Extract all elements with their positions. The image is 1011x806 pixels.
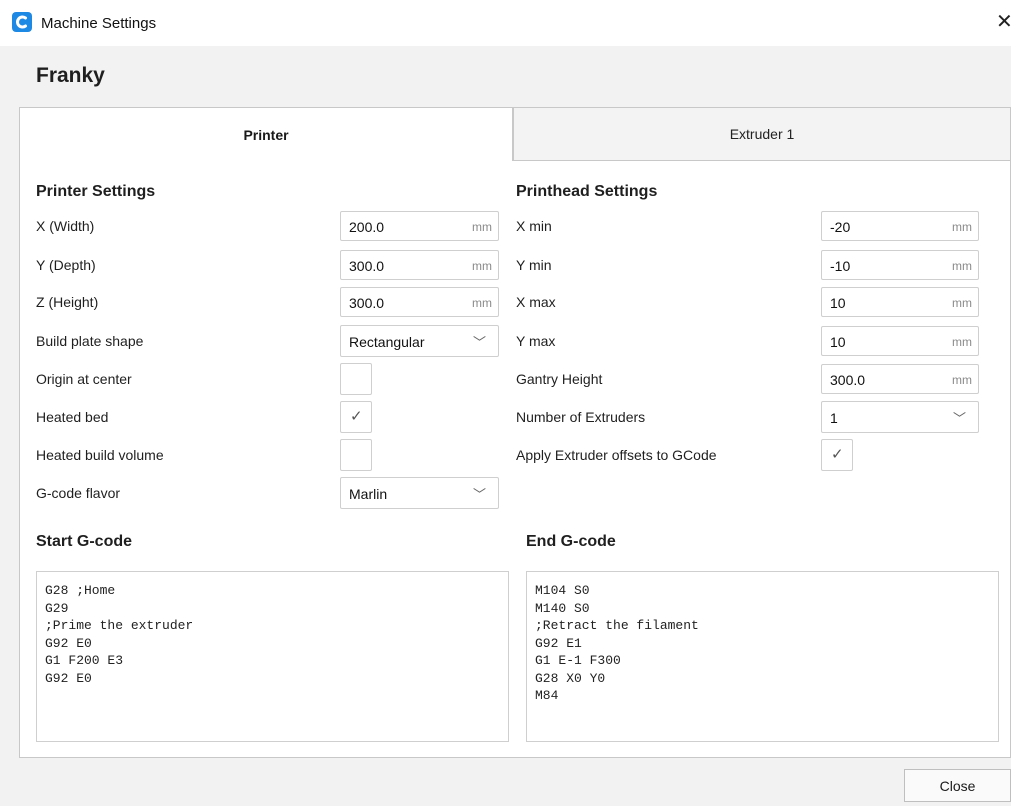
x-min-unit: mm xyxy=(952,220,972,234)
close-window-icon[interactable]: ✕ xyxy=(996,12,1011,32)
heated-bed-checkbox[interactable]: ✓ xyxy=(340,401,372,433)
y-min-input[interactable]: -10 mm xyxy=(821,250,979,280)
end-gcode-title: End G-code xyxy=(526,533,616,550)
gantry-height-input[interactable]: 300.0 mm xyxy=(821,364,979,394)
apply-extruder-offsets-label: Apply Extruder offsets to GCode xyxy=(516,447,717,463)
x-max-value: 10 xyxy=(830,295,846,311)
divider xyxy=(513,160,1011,161)
build-plate-shape-select[interactable]: Rectangular ﹀ xyxy=(340,325,499,357)
start-gcode-title: Start G-code xyxy=(36,533,133,550)
heated-build-volume-label: Heated build volume xyxy=(36,447,164,463)
gcode-line: G28 ;Home xyxy=(45,583,116,598)
gcode-flavor-select[interactable]: Marlin ﹀ xyxy=(340,477,499,509)
gcode-line: G1 E-1 F300 xyxy=(535,653,621,668)
y-min-label: Y min xyxy=(516,257,552,273)
title-bar: Machine Settings ✕ xyxy=(0,0,1011,46)
number-of-extruders-label: Number of Extruders xyxy=(516,409,646,425)
gcode-line: G92 E1 xyxy=(535,635,582,651)
tab-extruder-1[interactable]: Extruder 1 xyxy=(513,107,1011,161)
gcode-line: ;Retract the filament xyxy=(535,618,699,633)
end-gcode-editor[interactable]: M104 S0 M140 S0 ;Retract the filament G9… xyxy=(526,571,999,742)
heated-bed-label: Heated bed xyxy=(36,409,109,425)
z-height-value: 300.0 xyxy=(349,295,385,311)
x-max-unit: mm xyxy=(952,296,972,310)
cura-logo-icon xyxy=(12,12,32,32)
x-width-input[interactable]: 200.0 mm xyxy=(340,211,499,241)
apply-extruder-offsets-checkbox[interactable]: ✓ xyxy=(821,439,853,471)
x-max-input[interactable]: 10 mm xyxy=(821,287,979,317)
checkmark-icon: ✓ xyxy=(831,446,844,463)
tab-printer[interactable]: Printer xyxy=(19,107,513,161)
y-depth-label: Y (Depth) xyxy=(36,257,96,273)
gcode-line: G92 E0 xyxy=(45,670,92,686)
gcode-line: G92 E0 xyxy=(45,635,92,651)
close-button[interactable]: Close xyxy=(904,769,1011,802)
gcode-line: M104 S0 xyxy=(535,583,590,598)
x-max-label: X max xyxy=(516,294,556,310)
y-depth-value: 300.0 xyxy=(349,258,385,274)
x-min-label: X min xyxy=(516,218,552,234)
gcode-line: G1 F200 E3 xyxy=(45,653,124,668)
y-max-unit: mm xyxy=(952,335,972,349)
x-min-input[interactable]: -20 mm xyxy=(821,211,979,241)
gcode-line: ;Prime the extruder xyxy=(45,618,194,633)
number-of-extruders-select[interactable]: 1 ﹀ xyxy=(821,401,979,433)
gantry-height-label: Gantry Height xyxy=(516,371,603,387)
checkmark-icon: ✓ xyxy=(350,408,363,425)
window-title: Machine Settings xyxy=(41,15,157,32)
gantry-height-value: 300.0 xyxy=(830,372,866,388)
origin-at-center-label: Origin at center xyxy=(36,371,132,387)
y-min-unit: mm xyxy=(952,259,972,273)
gcode-line: G28 X0 Y0 xyxy=(535,670,606,686)
origin-at-center-checkbox[interactable] xyxy=(340,363,372,395)
y-depth-input[interactable]: 300.0 mm xyxy=(340,250,499,280)
start-gcode-editor[interactable]: G28 ;Home G29 ;Prime the extruder G92 E0… xyxy=(36,571,509,742)
x-min-value: -20 xyxy=(830,219,851,235)
build-plate-shape-label: Build plate shape xyxy=(36,333,144,349)
y-depth-unit: mm xyxy=(472,259,492,273)
heated-build-volume-checkbox[interactable] xyxy=(340,439,372,471)
z-height-input[interactable]: 300.0 mm xyxy=(340,287,499,317)
gcode-line: M84 xyxy=(535,688,559,703)
printer-settings-title: Printer Settings xyxy=(36,183,156,200)
x-width-label: X (Width) xyxy=(36,218,95,234)
x-width-unit: mm xyxy=(472,220,492,234)
chevron-down-icon: ﹀ xyxy=(472,335,486,350)
y-max-label: Y max xyxy=(516,333,556,349)
number-of-extruders-value: 1 xyxy=(830,410,838,426)
y-max-value: 10 xyxy=(830,334,846,350)
y-max-input[interactable]: 10 mm xyxy=(821,326,979,356)
z-height-label: Z (Height) xyxy=(36,294,99,310)
chevron-down-icon: ﹀ xyxy=(472,487,486,502)
y-min-value: -10 xyxy=(830,258,851,274)
z-height-unit: mm xyxy=(472,296,492,310)
printhead-settings-title: Printhead Settings xyxy=(516,183,658,200)
gcode-line: G29 xyxy=(45,600,69,616)
x-width-value: 200.0 xyxy=(349,219,385,235)
gantry-height-unit: mm xyxy=(952,373,972,387)
gcode-flavor-value: Marlin xyxy=(349,486,388,502)
chevron-down-icon: ﹀ xyxy=(952,411,966,426)
machine-name: Franky xyxy=(36,64,105,87)
gcode-line: M140 S0 xyxy=(535,600,590,616)
gcode-flavor-label: G-code flavor xyxy=(36,485,121,501)
build-plate-shape-value: Rectangular xyxy=(349,334,425,350)
